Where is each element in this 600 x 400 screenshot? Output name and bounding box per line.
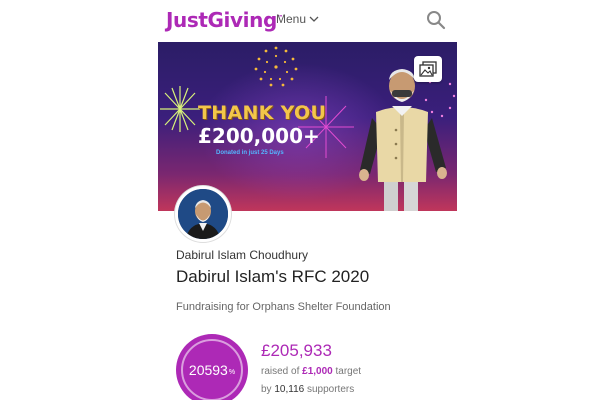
fundraising-page: JustGiving™ Menu THANK YOU £200,000+ Don… bbox=[0, 0, 600, 400]
target-amount: £1,000 bbox=[302, 366, 333, 377]
progress-percent-sign: % bbox=[228, 368, 236, 376]
search-icon[interactable] bbox=[426, 10, 446, 30]
gallery-icon bbox=[419, 61, 437, 77]
cover-note: Donated in just 25 Days bbox=[216, 150, 284, 156]
justgiving-logo[interactable]: JustGiving™ bbox=[166, 8, 283, 32]
fundraiser-name[interactable]: Dabirul Islam Choudhury bbox=[176, 248, 308, 262]
firework-left-graphic bbox=[160, 86, 200, 132]
cause-text[interactable]: Fundraising for Orphans Shelter Foundati… bbox=[176, 301, 391, 313]
page-title: Dabirul Islam's RFC 2020 bbox=[176, 267, 370, 286]
chevron-down-icon bbox=[309, 16, 319, 22]
target-suffix: target bbox=[332, 366, 362, 377]
menu-button[interactable]: Menu bbox=[276, 12, 319, 26]
target-prefix: raised of bbox=[261, 366, 303, 377]
firework-top-graphic bbox=[254, 46, 298, 87]
target-line: raised of £1,000 target bbox=[261, 366, 361, 377]
logo-text: JustGiving bbox=[166, 8, 277, 32]
supporters-count[interactable]: 10,116 bbox=[274, 384, 304, 395]
avatar[interactable] bbox=[175, 186, 231, 242]
avatar-photo bbox=[178, 189, 228, 239]
fundraiser-photo bbox=[359, 69, 447, 211]
progress-circle: 20593% bbox=[176, 334, 248, 400]
supporters-prefix: by bbox=[261, 384, 275, 395]
progress-inner: 20593% bbox=[181, 339, 243, 400]
supporters-line: by 10,116 supporters bbox=[261, 384, 354, 395]
cover-headline: THANK YOU bbox=[198, 102, 327, 124]
header: JustGiving™ Menu bbox=[0, 0, 600, 40]
cover-amount: £200,000+ bbox=[198, 124, 320, 148]
raised-amount: £205,933 bbox=[261, 341, 332, 360]
gallery-button[interactable] bbox=[414, 56, 442, 82]
menu-label: Menu bbox=[276, 12, 307, 26]
supporters-suffix: supporters bbox=[304, 384, 355, 395]
progress-percent: 20593 bbox=[188, 362, 228, 378]
